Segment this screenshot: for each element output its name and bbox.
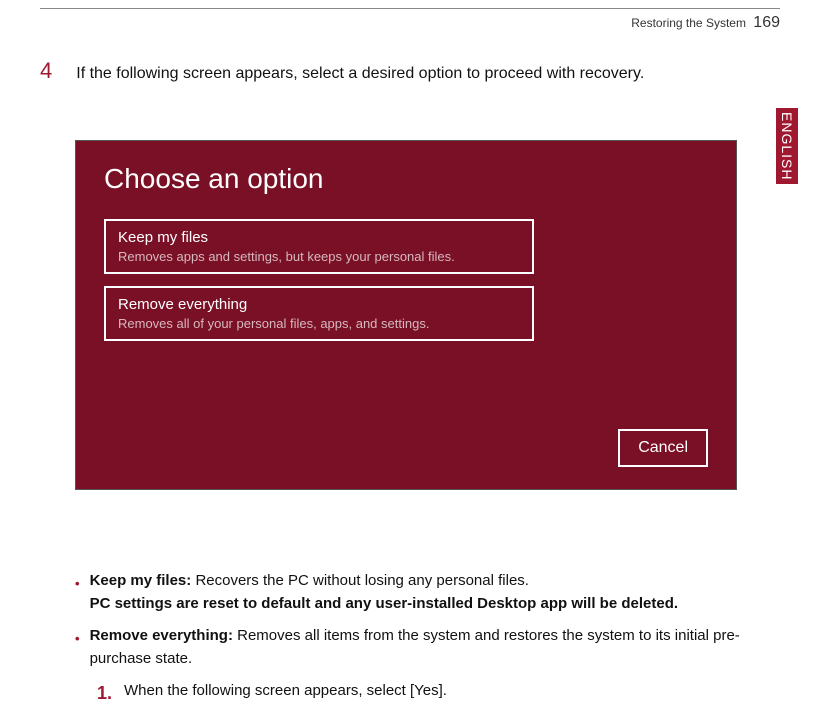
header-section: Restoring the System <box>631 16 746 30</box>
keep-files-warning: PC settings are reset to default and any… <box>90 595 678 612</box>
option-keep-my-files[interactable]: Keep my files Removes apps and settings,… <box>104 219 534 274</box>
cancel-button[interactable]: Cancel <box>618 429 708 467</box>
substep-number: 1. <box>97 680 112 707</box>
step-description: If the following screen appears, select … <box>76 65 644 83</box>
option-description: Removes apps and settings, but keeps you… <box>118 249 520 264</box>
explanation-list: • Keep my files: Recovers the PC without… <box>75 570 750 707</box>
explain-remove-everything: • Remove everything: Removes all items f… <box>75 625 750 670</box>
step-row: 4 If the following screen appears, selec… <box>40 58 780 84</box>
header-text: Restoring the System 169 <box>631 14 780 32</box>
remove-everything-label: Remove everything: <box>90 627 233 644</box>
language-tab: ENGLISH <box>776 108 798 184</box>
header-rule <box>40 8 780 9</box>
substep-row: 1. When the following screen appears, se… <box>97 680 750 707</box>
screenshot-title: Choose an option <box>104 163 708 195</box>
recovery-screenshot: Choose an option Keep my files Removes a… <box>75 140 737 490</box>
keep-files-label: Keep my files: <box>90 572 192 589</box>
explain-keep-files: • Keep my files: Recovers the PC without… <box>75 570 750 615</box>
keep-files-text: Recovers the PC without losing any perso… <box>191 572 529 589</box>
option-title: Remove everything <box>118 296 520 313</box>
option-title: Keep my files <box>118 229 520 246</box>
option-remove-everything[interactable]: Remove everything Removes all of your pe… <box>104 286 534 341</box>
page-number: 169 <box>753 14 780 31</box>
step-number: 4 <box>40 58 52 84</box>
bullet-icon: • <box>75 574 80 619</box>
option-description: Removes all of your personal files, apps… <box>118 316 520 331</box>
bullet-icon: • <box>75 629 80 674</box>
substep-text: When the following screen appears, selec… <box>124 680 447 707</box>
